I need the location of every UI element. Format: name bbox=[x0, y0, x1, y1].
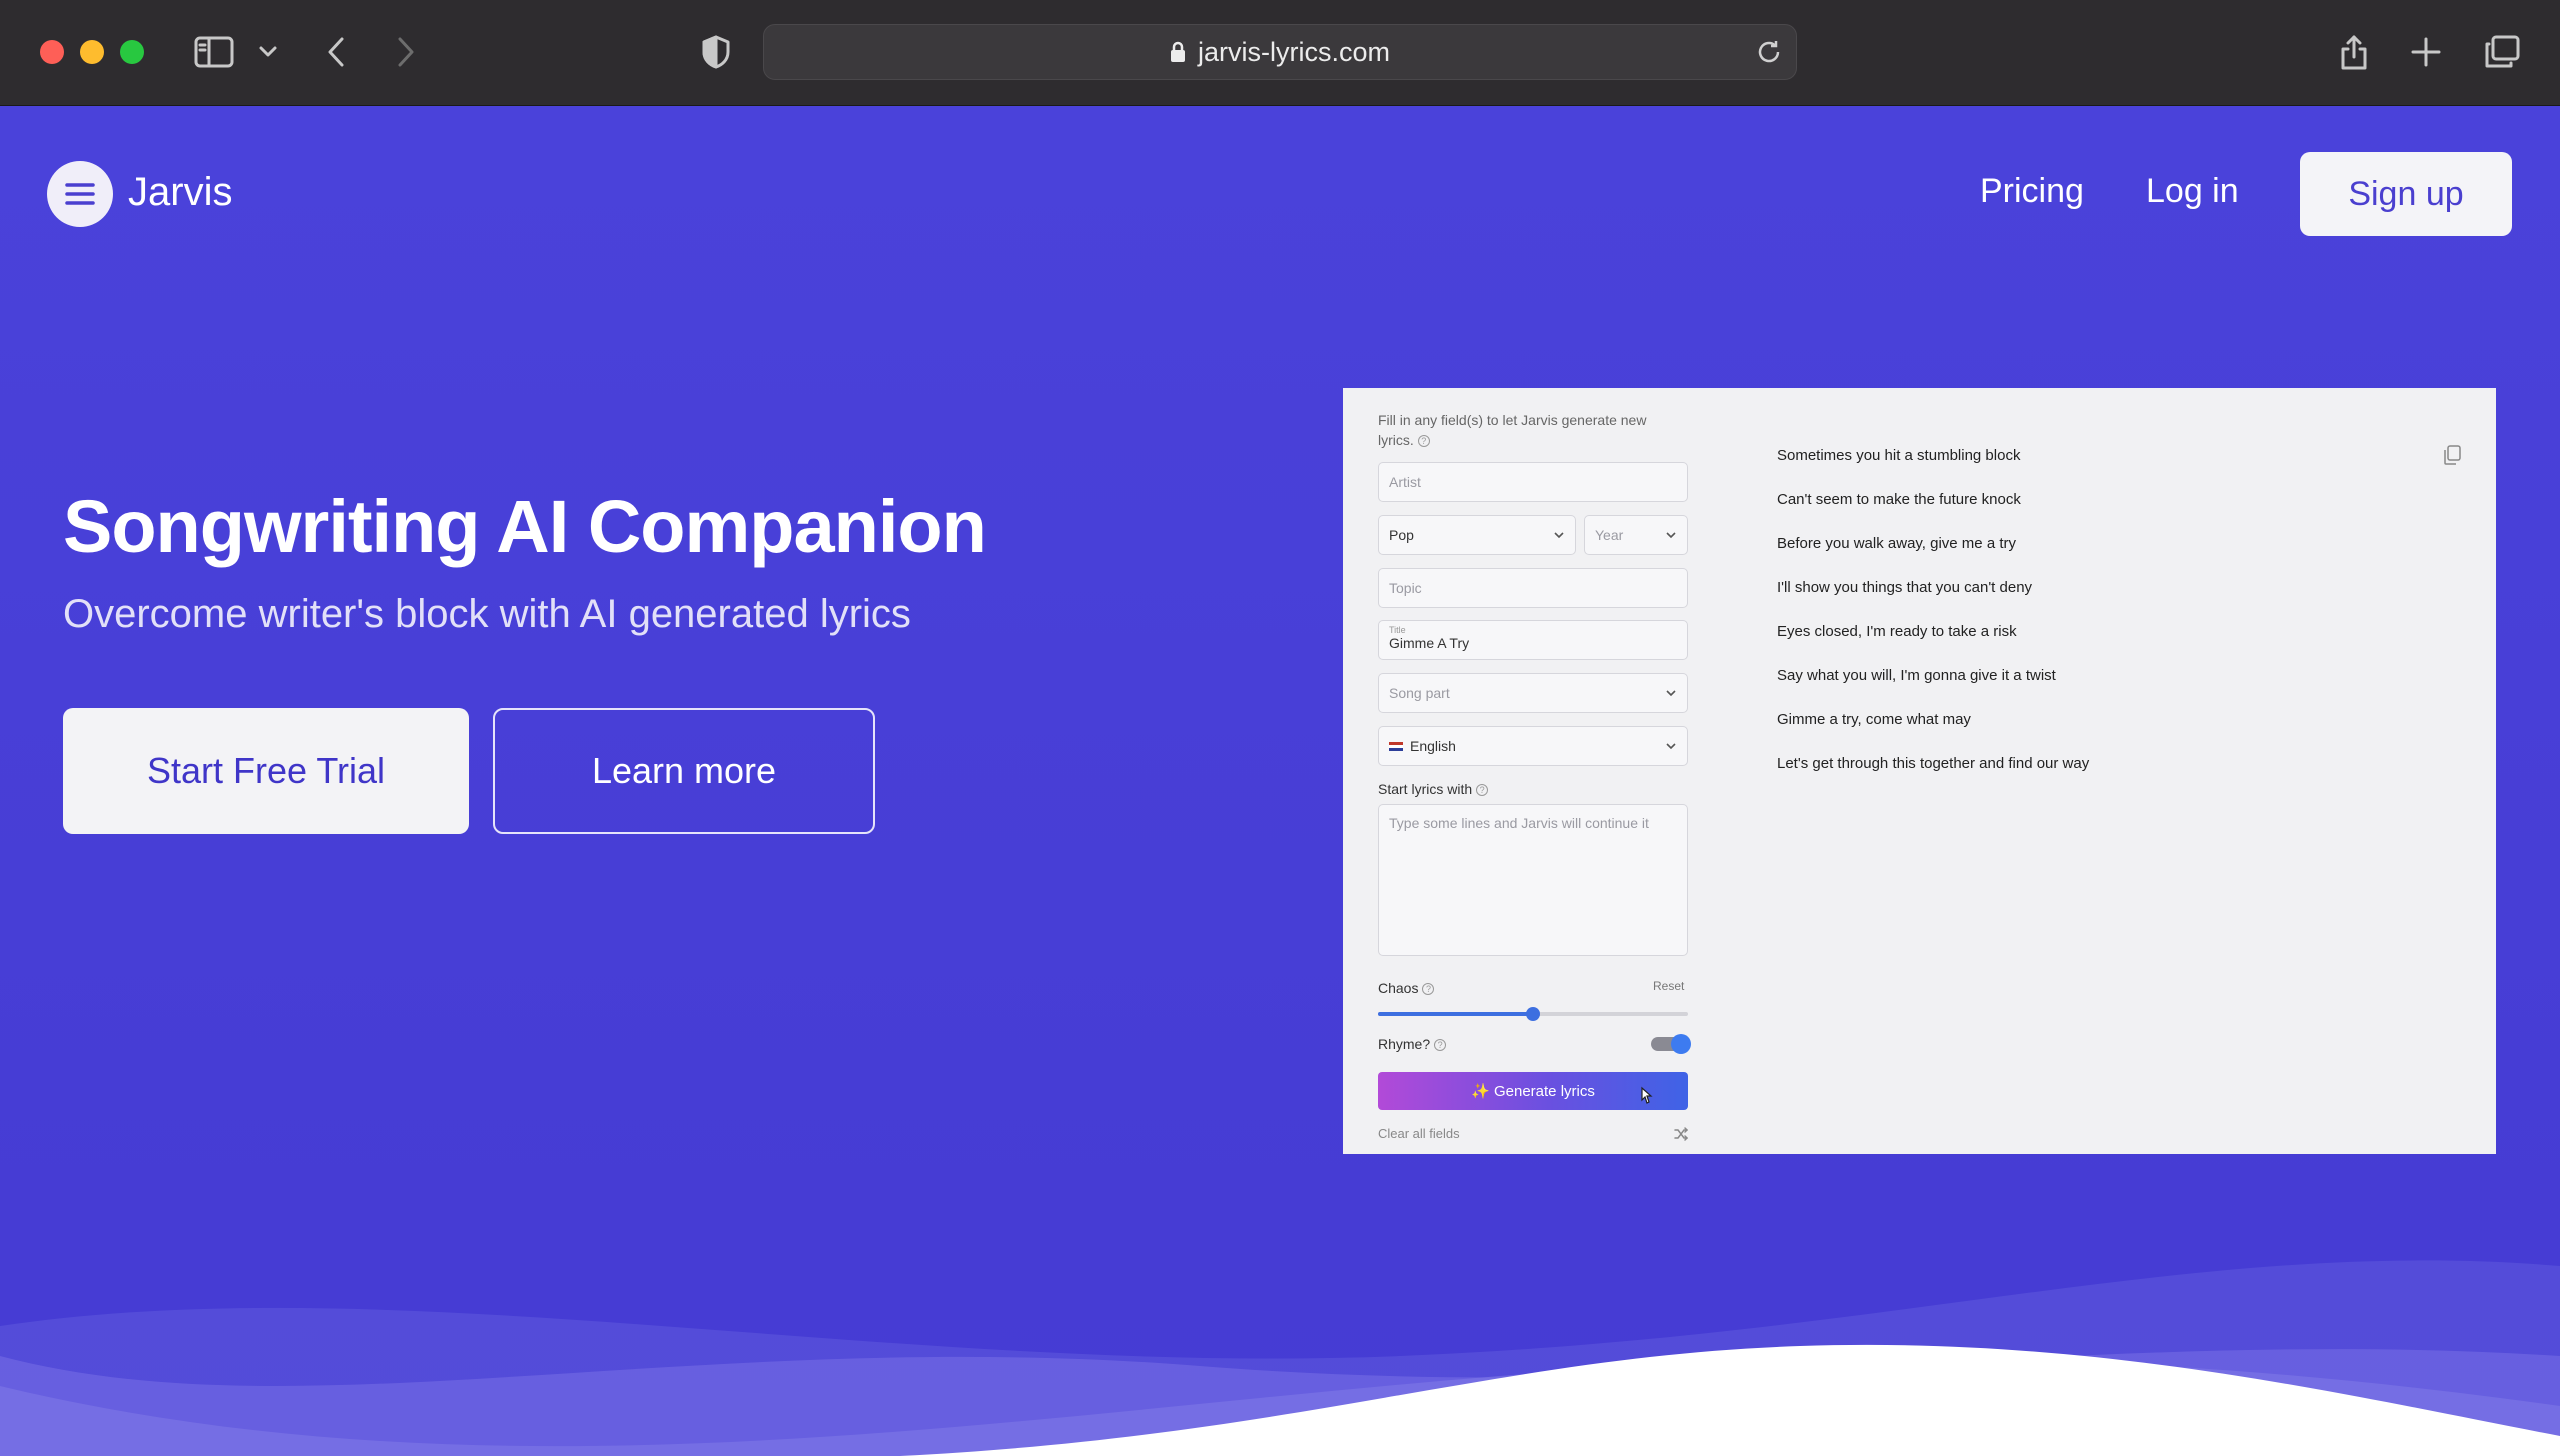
song-part-placeholder: Song part bbox=[1389, 685, 1450, 701]
reload-icon[interactable] bbox=[1754, 37, 1784, 72]
help-icon[interactable]: ? bbox=[1434, 1039, 1447, 1052]
form-hint: Fill in any field(s) to let Jarvis gener… bbox=[1378, 410, 1678, 450]
share-icon[interactable] bbox=[2332, 30, 2376, 74]
year-select[interactable]: Year bbox=[1584, 515, 1688, 555]
lyric-line: Gimme a try, come what may bbox=[1777, 711, 1971, 728]
start-lyrics-label: Start lyrics with? bbox=[1378, 781, 1489, 797]
nav-link-login[interactable]: Log in bbox=[2146, 172, 2239, 211]
top-navigation: Jarvis Pricing Log in Sign up bbox=[0, 106, 2560, 286]
chaos-label-text: Chaos bbox=[1378, 980, 1419, 996]
close-window-button[interactable] bbox=[40, 40, 64, 64]
chaos-slider-fill bbox=[1378, 1012, 1533, 1016]
forward-icon[interactable] bbox=[384, 30, 428, 74]
rhyme-toggle-knob bbox=[1671, 1034, 1691, 1054]
lyric-line: Let's get through this together and find… bbox=[1777, 755, 2090, 772]
flag-icon bbox=[1389, 741, 1403, 751]
chevron-down-icon[interactable] bbox=[246, 30, 290, 74]
year-placeholder: Year bbox=[1595, 527, 1624, 543]
tab-overview-icon[interactable] bbox=[2480, 30, 2524, 74]
minimize-window-button[interactable] bbox=[80, 40, 104, 64]
back-icon[interactable] bbox=[314, 30, 358, 74]
title-input[interactable]: Title Gimme A Try bbox=[1378, 620, 1688, 660]
artist-placeholder: Artist bbox=[1389, 474, 1421, 490]
lyric-line: Say what you will, I'm gonna give it a t… bbox=[1777, 667, 2056, 684]
wave-decoration bbox=[0, 1260, 2560, 1456]
app-preview-panel: Fill in any field(s) to let Jarvis gener… bbox=[1343, 388, 2496, 1154]
reset-button[interactable]: Reset bbox=[1653, 979, 1684, 993]
hero-title: Songwriting AI Companion bbox=[63, 485, 987, 568]
clear-all-fields-link[interactable]: Clear all fields bbox=[1378, 1126, 1460, 1141]
title-field-label: Title bbox=[1389, 625, 1406, 635]
start-lyrics-label-text: Start lyrics with bbox=[1378, 781, 1473, 797]
lock-icon bbox=[1170, 41, 1186, 63]
chevron-down-icon bbox=[1666, 532, 1676, 539]
rhyme-label-text: Rhyme? bbox=[1378, 1036, 1431, 1052]
start-free-trial-button[interactable]: Start Free Trial bbox=[63, 708, 469, 834]
song-part-select[interactable]: Song part bbox=[1378, 673, 1688, 713]
copy-icon[interactable] bbox=[2442, 444, 2462, 466]
chevron-down-icon bbox=[1666, 690, 1676, 697]
language-select[interactable]: English bbox=[1378, 726, 1688, 766]
generated-lyrics: Sometimes you hit a stumbling block Can'… bbox=[1777, 446, 2089, 798]
sidebar-toggle-icon[interactable] bbox=[192, 30, 236, 74]
menu-icon[interactable] bbox=[47, 161, 113, 227]
maximize-window-button[interactable] bbox=[120, 40, 144, 64]
nav-link-pricing[interactable]: Pricing bbox=[1980, 172, 2084, 211]
url-text: jarvis-lyrics.com bbox=[1198, 36, 1390, 67]
lyric-line: Sometimes you hit a stumbling block bbox=[1777, 447, 2021, 464]
start-lyrics-placeholder: Type some lines and Jarvis will continue… bbox=[1389, 815, 1649, 831]
rhyme-label: Rhyme?? bbox=[1378, 1036, 1447, 1052]
lyric-line: Can't seem to make the future knock bbox=[1777, 491, 2021, 508]
help-icon[interactable]: ? bbox=[1476, 784, 1489, 797]
cursor-icon bbox=[1641, 1086, 1653, 1104]
browser-toolbar: jarvis-lyrics.com bbox=[0, 0, 2560, 106]
help-icon[interactable]: ? bbox=[1417, 435, 1430, 448]
chaos-label: Chaos? bbox=[1378, 980, 1435, 996]
chaos-slider[interactable] bbox=[1378, 1007, 1688, 1021]
brand-name[interactable]: Jarvis bbox=[128, 170, 232, 215]
privacy-shield-icon[interactable] bbox=[694, 30, 738, 74]
start-lyrics-textarea[interactable]: Type some lines and Jarvis will continue… bbox=[1378, 804, 1688, 956]
hero-subtitle: Overcome writer's block with AI generate… bbox=[63, 592, 911, 636]
topic-input[interactable]: Topic bbox=[1378, 568, 1688, 608]
signup-button[interactable]: Sign up bbox=[2300, 152, 2512, 236]
genre-select[interactable]: Pop bbox=[1378, 515, 1576, 555]
new-tab-icon[interactable] bbox=[2404, 30, 2448, 74]
language-value: English bbox=[1410, 738, 1456, 754]
generate-lyrics-label: ✨ Generate lyrics bbox=[1471, 1083, 1595, 1100]
title-value: Gimme A Try bbox=[1389, 635, 1470, 651]
address-bar[interactable]: jarvis-lyrics.com bbox=[763, 24, 1797, 80]
lyric-line: Before you walk away, give me a try bbox=[1777, 535, 2016, 552]
chaos-slider-thumb[interactable] bbox=[1526, 1007, 1540, 1021]
web-page: Jarvis Pricing Log in Sign up Songwritin… bbox=[0, 106, 2560, 1456]
chevron-down-icon bbox=[1554, 532, 1564, 539]
artist-input[interactable]: Artist bbox=[1378, 462, 1688, 502]
chevron-down-icon bbox=[1666, 743, 1676, 750]
help-icon[interactable]: ? bbox=[1422, 983, 1435, 996]
topic-placeholder: Topic bbox=[1389, 580, 1422, 596]
rhyme-toggle[interactable] bbox=[1651, 1034, 1691, 1054]
lyric-line: Eyes closed, I'm ready to take a risk bbox=[1777, 623, 2017, 640]
lyric-line: I'll show you things that you can't deny bbox=[1777, 579, 2033, 596]
learn-more-button[interactable]: Learn more bbox=[493, 708, 875, 834]
genre-value: Pop bbox=[1389, 527, 1414, 543]
shuffle-icon[interactable] bbox=[1673, 1126, 1689, 1142]
